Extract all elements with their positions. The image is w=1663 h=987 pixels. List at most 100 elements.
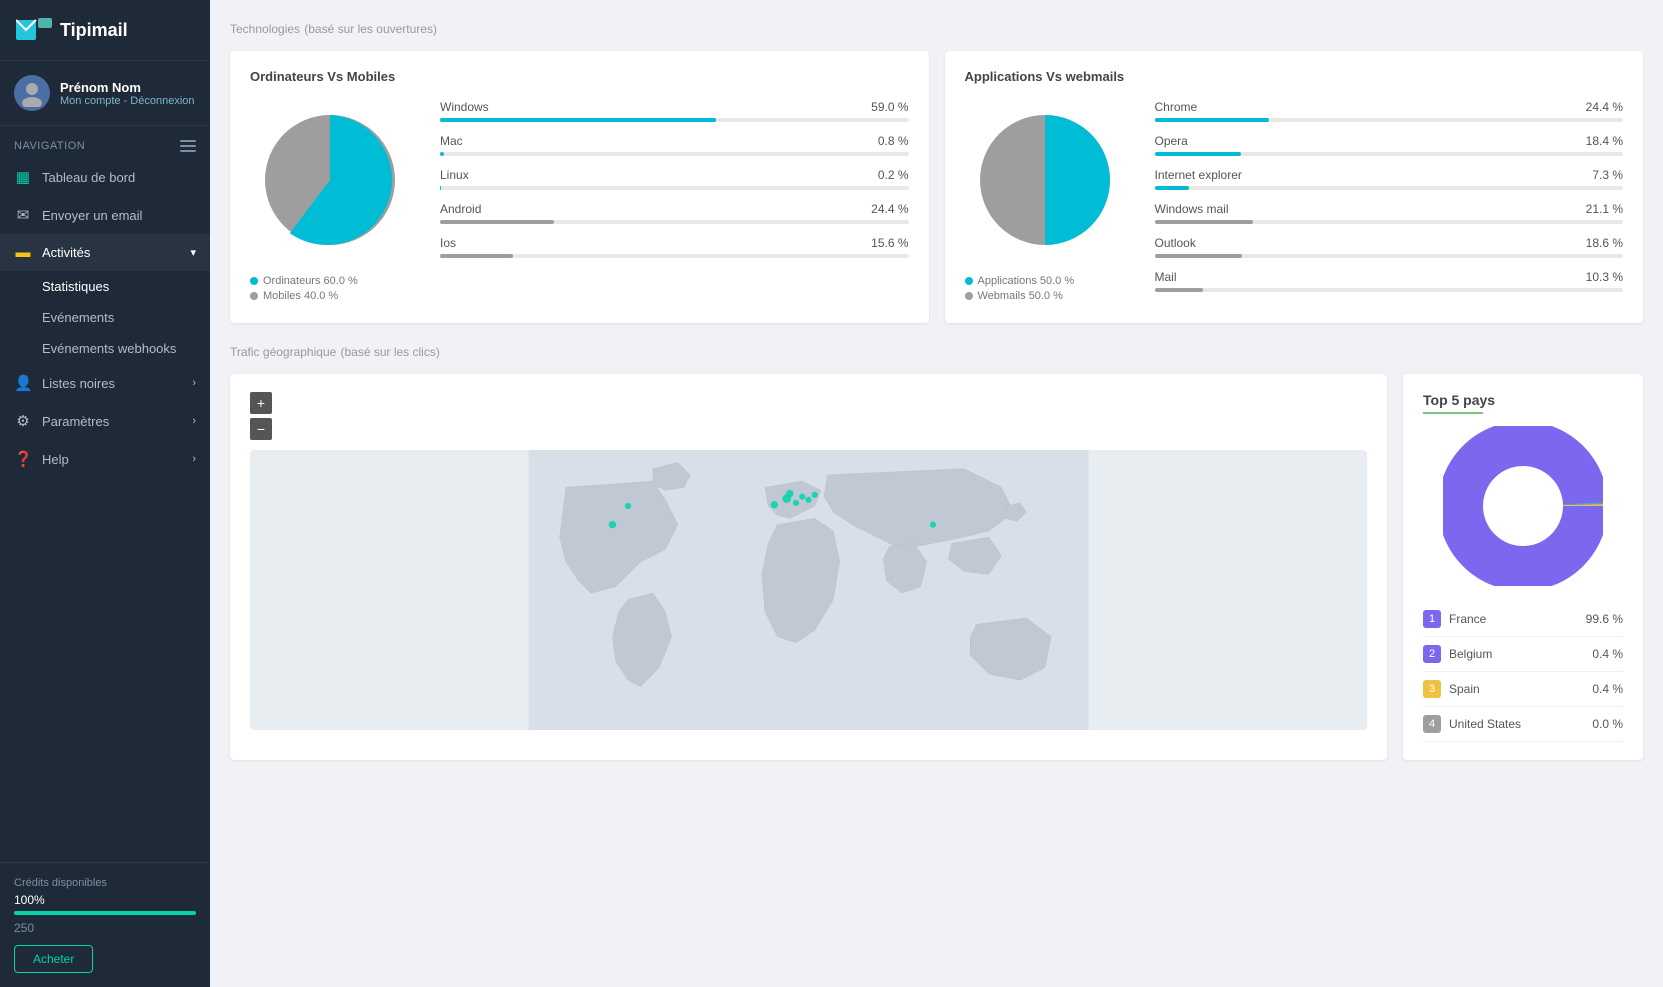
computers-mobiles-card: Ordinateurs Vs Mobiles Ordinateurs 60.0 … xyxy=(230,51,929,323)
sidebar-item-listes-noires[interactable]: 👤 Listes noires › xyxy=(0,364,210,402)
technologies-title: Technologies (basé sur les ouvertures) xyxy=(230,20,1643,37)
sidebar-subitem-statistiques[interactable]: Statistiques xyxy=(0,271,210,302)
computers-mobiles-layout: Ordinateurs 60.0 % Mobiles 40.0 % Window… xyxy=(250,100,909,305)
country-pct-france: 99.6 % xyxy=(1586,612,1623,626)
country-name-belgium: Belgium xyxy=(1449,647,1584,661)
country-item-france: 1 France 99.6 % xyxy=(1423,602,1623,637)
credits-section: Crédits disponibles 100% 250 Acheter xyxy=(0,862,210,987)
country-item-usa: 4 United States 0.0 % xyxy=(1423,707,1623,742)
stat-mac: Mac 0.8 % xyxy=(440,134,909,156)
sidebar-item-help[interactable]: ❓ Help › xyxy=(0,440,210,478)
chevron-right-icon-3: › xyxy=(192,453,196,465)
chart-icon: ▦ xyxy=(14,168,32,186)
legend-ordinateurs: Ordinateurs 60.0 % xyxy=(250,275,410,287)
apps-webmails-layout: Applications 50.0 % Webmails 50.0 % Chro… xyxy=(965,100,1624,305)
geo-map-card: + − xyxy=(230,374,1387,760)
zoom-in-button[interactable]: + xyxy=(250,392,272,414)
gear-icon: ⚙ xyxy=(14,412,32,430)
sidebar-item-parametres[interactable]: ⚙ Paramètres › xyxy=(0,402,210,440)
country-item-spain: 3 Spain 0.4 % xyxy=(1423,672,1623,707)
apps-webmails-stats: Chrome 24.4 % Opera 18.4 % xyxy=(1155,100,1624,304)
nav-menu-icon xyxy=(180,140,196,152)
app-name: Tipimail xyxy=(60,20,128,41)
country-pct-spain: 0.4 % xyxy=(1592,682,1623,696)
user-account-link[interactable]: Mon compte - Déconnexion xyxy=(60,95,195,107)
country-name-usa: United States xyxy=(1449,717,1584,731)
rank-badge-1: 1 xyxy=(1423,610,1441,628)
credits-bar xyxy=(14,911,196,915)
map-controls: + − xyxy=(250,392,1367,440)
country-name-spain: Spain xyxy=(1449,682,1584,696)
computers-mobiles-title: Ordinateurs Vs Mobiles xyxy=(250,69,909,84)
legend-dot-blue xyxy=(250,277,258,285)
chevron-right-icon: › xyxy=(192,377,196,389)
country-item-belgium: 2 Belgium 0.4 % xyxy=(1423,637,1623,672)
stat-linux: Linux 0.2 % xyxy=(440,168,909,190)
country-pct-usa: 0.0 % xyxy=(1592,717,1623,731)
world-map xyxy=(250,450,1367,730)
rank-badge-4: 4 xyxy=(1423,715,1441,733)
country-name-france: France xyxy=(1449,612,1578,626)
credits-count: 250 xyxy=(14,921,196,935)
stat-mail: Mail 10.3 % xyxy=(1155,270,1624,292)
logo-icon xyxy=(16,16,52,44)
geo-section: + − xyxy=(230,374,1643,760)
legend-dot-webmails-gray xyxy=(965,292,973,300)
main-content: Technologies (basé sur les ouvertures) O… xyxy=(210,0,1663,987)
technology-cards-row: Ordinateurs Vs Mobiles Ordinateurs 60.0 … xyxy=(230,51,1643,323)
rank-badge-2: 2 xyxy=(1423,645,1441,663)
sidebar-item-envoyer-email[interactable]: ✉ Envoyer un email xyxy=(0,196,210,234)
country-pct-belgium: 0.4 % xyxy=(1592,647,1623,661)
user-icon: 👤 xyxy=(14,374,32,392)
user-area: Prénom Nom Mon compte - Déconnexion xyxy=(0,61,210,126)
credits-label: Crédits disponibles xyxy=(14,877,196,889)
apps-webmails-card: Applications Vs webmails Applications 50… xyxy=(945,51,1644,323)
chevron-down-icon: ▾ xyxy=(190,246,196,259)
avatar xyxy=(14,75,50,111)
stat-android: Android 24.4 % xyxy=(440,202,909,224)
legend-dot-apps-blue xyxy=(965,277,973,285)
help-icon: ❓ xyxy=(14,450,32,468)
computers-mobiles-legend: Ordinateurs 60.0 % Mobiles 40.0 % xyxy=(250,275,410,302)
world-map-svg xyxy=(250,450,1367,730)
stat-ios: Ios 15.6 % xyxy=(440,236,909,258)
top5-underline xyxy=(1423,412,1483,414)
credits-percentage: 100% xyxy=(14,893,196,907)
buy-button[interactable]: Acheter xyxy=(14,945,93,973)
sidebar-item-activites[interactable]: ▬ Activités ▾ xyxy=(0,234,210,271)
countries-list: 1 France 99.6 % 2 Belgium 0.4 % 3 Spain … xyxy=(1423,602,1623,742)
legend-applications: Applications 50.0 % xyxy=(965,275,1125,287)
legend-mobiles: Mobiles 40.0 % xyxy=(250,290,410,302)
rank-badge-3: 3 xyxy=(1423,680,1441,698)
legend-dot-gray xyxy=(250,292,258,300)
zoom-out-button[interactable]: − xyxy=(250,418,272,440)
apps-webmails-legend: Applications 50.0 % Webmails 50.0 % xyxy=(965,275,1125,302)
credits-bar-fill xyxy=(14,911,196,915)
top5-card: Top 5 pays 1 France xyxy=(1403,374,1643,760)
chevron-right-icon-2: › xyxy=(192,415,196,427)
sidebar-item-tableau-de-bord[interactable]: ▦ Tableau de bord xyxy=(0,158,210,196)
activity-icon: ▬ xyxy=(14,244,32,261)
apps-webmails-title: Applications Vs webmails xyxy=(965,69,1624,84)
nav-section-label: Navigation xyxy=(0,126,210,158)
stat-outlook: Outlook 18.6 % xyxy=(1155,236,1624,258)
top5-donut xyxy=(1423,426,1623,586)
sidebar-subitem-evenements[interactable]: Evénements xyxy=(0,302,210,333)
stat-chrome: Chrome 24.4 % xyxy=(1155,100,1624,122)
geo-title: Trafic géographique (basé sur les clics) xyxy=(230,343,1643,360)
legend-webmails: Webmails 50.0 % xyxy=(965,290,1125,302)
top5-title: Top 5 pays xyxy=(1423,392,1623,408)
email-icon: ✉ xyxy=(14,206,32,224)
stat-ie: Internet explorer 7.3 % xyxy=(1155,168,1624,190)
user-info: Prénom Nom Mon compte - Déconnexion xyxy=(60,80,195,107)
sidebar-subitem-evenements-webhooks[interactable]: Evénements webhooks xyxy=(0,333,210,364)
stat-windows-mail: Windows mail 21.1 % xyxy=(1155,202,1624,224)
logo-area: Tipimail xyxy=(0,0,210,61)
stat-opera: Opera 18.4 % xyxy=(1155,134,1624,156)
computers-mobiles-pie: Ordinateurs 60.0 % Mobiles 40.0 % xyxy=(250,100,410,305)
computers-mobiles-stats: Windows 59.0 % Mac 0.8 % xyxy=(440,100,909,270)
sidebar: Tipimail Prénom Nom Mon compte - Déconne… xyxy=(0,0,210,987)
user-name: Prénom Nom xyxy=(60,80,195,95)
stat-windows: Windows 59.0 % xyxy=(440,100,909,122)
apps-webmails-pie: Applications 50.0 % Webmails 50.0 % xyxy=(965,100,1125,305)
